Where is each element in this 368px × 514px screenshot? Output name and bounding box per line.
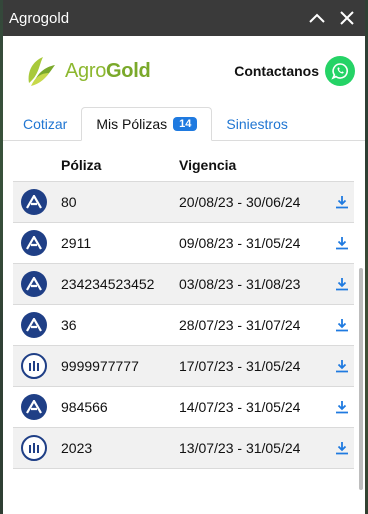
vigencia-range: 17/07/23 - 31/05/24 [179, 358, 301, 374]
logo-text-agro: Agro [65, 59, 107, 82]
download-icon [335, 360, 348, 373]
download-button[interactable] [329, 277, 354, 291]
title-bar: Agrogold [3, 0, 365, 36]
allianz-icon [21, 353, 47, 379]
close-button[interactable] [337, 8, 357, 28]
window-controls [307, 8, 357, 28]
scrollbar[interactable] [359, 268, 363, 490]
whatsapp-icon[interactable] [325, 56, 355, 86]
tab-mis-polizas-label: Mis Pólizas [96, 116, 168, 132]
vigencia-range: 13/07/23 - 31/05/24 [179, 440, 301, 456]
poliza-number: 80 [61, 194, 77, 210]
table-row[interactable]: 9999977777 17/07/23 - 31/05/24 [13, 345, 354, 386]
tab-siniestros-label: Siniestros [226, 116, 288, 132]
agrogold-logo: AgroGold [23, 53, 151, 89]
table-row[interactable]: 234234523452 03/08/23 - 31/08/23 [13, 263, 354, 304]
vigencia-range: 14/07/23 - 31/05/24 [179, 399, 301, 415]
vigencia-range: 28/07/23 - 31/07/24 [179, 317, 301, 333]
table-row[interactable]: 2023 13/07/23 - 31/05/24 [13, 427, 354, 469]
poliza-number: 984566 [61, 399, 108, 415]
download-icon [335, 442, 348, 455]
axa-icon [21, 394, 47, 420]
tab-cotizar[interactable]: Cotizar [9, 108, 81, 140]
download-button[interactable] [329, 318, 354, 332]
count-badge: 14 [173, 117, 198, 131]
download-button[interactable] [329, 441, 354, 455]
poliza-number: 2911 [61, 235, 92, 251]
window-title: Agrogold [9, 9, 70, 27]
polizas-table: Póliza Vigencia 80 20/08/23 - 30/06/24 2… [13, 149, 354, 469]
contact-link[interactable]: Contactanos [234, 56, 355, 86]
table-header: Póliza Vigencia [13, 149, 354, 181]
contact-label: Contactanos [234, 63, 319, 79]
vigencia-range: 03/08/23 - 31/08/23 [179, 276, 301, 292]
download-icon [335, 278, 348, 291]
download-icon [335, 319, 348, 332]
header-vigencia: Vigencia [179, 157, 237, 173]
tab-bar: Cotizar Mis Pólizas 14 Siniestros [3, 106, 365, 141]
vigencia-range: 20/08/23 - 30/06/24 [179, 194, 301, 210]
download-button[interactable] [329, 236, 354, 250]
table-body: 80 20/08/23 - 30/06/24 2911 09/08/23 - 3… [13, 181, 354, 469]
logo-text-gold: Gold [106, 59, 151, 82]
close-icon [340, 11, 354, 25]
collapse-button[interactable] [307, 8, 327, 28]
axa-icon [21, 312, 47, 338]
axa-icon [21, 189, 47, 215]
poliza-number: 9999977777 [61, 358, 139, 374]
table-row[interactable]: 36 28/07/23 - 31/07/24 [13, 304, 354, 345]
download-button[interactable] [329, 400, 354, 414]
table-row[interactable]: 984566 14/07/23 - 31/05/24 [13, 386, 354, 427]
allianz-icon [21, 435, 47, 461]
download-button[interactable] [329, 359, 354, 373]
download-icon [335, 237, 348, 250]
panel-header: AgroGold Contactanos [3, 36, 365, 106]
logo-text: AgroGold [65, 59, 151, 83]
download-icon [335, 401, 348, 414]
download-icon [335, 196, 348, 209]
tab-siniestros[interactable]: Siniestros [212, 108, 301, 140]
poliza-number: 36 [61, 317, 77, 333]
table-row[interactable]: 80 20/08/23 - 30/06/24 [13, 181, 354, 222]
leaf-logo-icon [28, 57, 55, 86]
poliza-number: 234234523452 [61, 276, 155, 292]
tab-cotizar-label: Cotizar [23, 116, 68, 132]
tab-mis-polizas[interactable]: Mis Pólizas 14 [81, 107, 213, 141]
agrogold-panel: Agrogold AgroGold Contactanos Cotizar Mi… [3, 0, 365, 514]
chevron-up-icon [309, 13, 325, 23]
axa-icon [21, 271, 47, 297]
vigencia-range: 09/08/23 - 31/05/24 [179, 235, 301, 251]
axa-icon [21, 230, 47, 256]
header-poliza: Póliza [61, 157, 102, 173]
table-row[interactable]: 2911 09/08/23 - 31/05/24 [13, 222, 354, 263]
poliza-number: 2023 [61, 440, 93, 456]
download-button[interactable] [329, 195, 354, 209]
